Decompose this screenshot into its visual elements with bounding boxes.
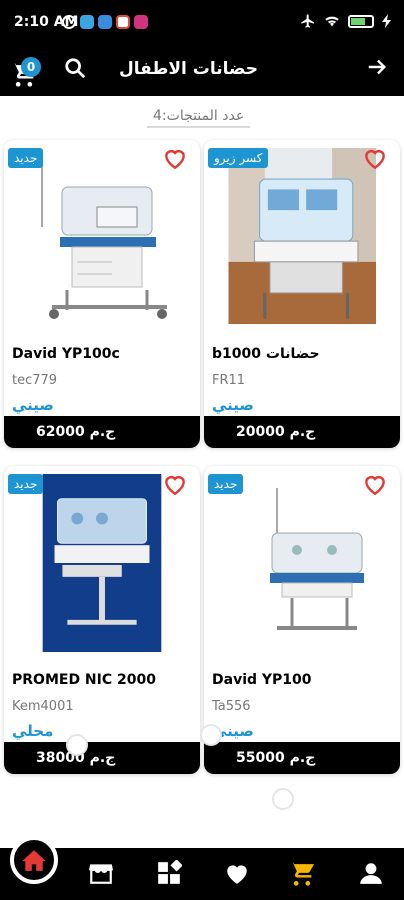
categories-icon[interactable] <box>156 860 182 886</box>
product-image <box>42 474 162 652</box>
search-icon[interactable] <box>64 57 86 79</box>
product-count: عدد المنتجات:4 <box>147 104 251 128</box>
telegram-icon <box>80 15 94 29</box>
profile-icon[interactable] <box>358 860 384 886</box>
page-title: حضانات الاطفال <box>118 59 258 79</box>
product-code: Kem4001 <box>12 699 74 714</box>
app-header: 0 حضانات الاطفال <box>0 46 404 96</box>
store-icon[interactable] <box>88 860 114 886</box>
product-name: b1000 حضانات <box>212 346 320 362</box>
home-icon <box>22 850 46 871</box>
product-price: 62000 ج.م <box>4 416 200 448</box>
cart-count-badge: 0 <box>21 57 41 77</box>
heart-icon[interactable] <box>162 146 188 170</box>
messenger-icon <box>98 15 112 29</box>
gmail-icon <box>116 15 130 29</box>
product-price: 20000 ج.م <box>204 416 400 448</box>
home-button[interactable] <box>10 836 58 884</box>
airplane-icon <box>301 14 314 28</box>
product-image <box>228 148 376 324</box>
battery-icon <box>348 14 374 28</box>
product-card[interactable]: كسر زيرو b1000 حضانات FR11 صيني 20000 ج.… <box>204 140 400 448</box>
product-code: tec779 <box>12 373 58 388</box>
bottom-navigation <box>0 848 404 900</box>
status-right <box>300 13 392 29</box>
product-badge: جديد <box>8 474 44 494</box>
product-code: Ta556 <box>212 699 251 714</box>
product-price: 38000 ج.م <box>4 742 200 774</box>
product-card[interactable]: جديد David YP100 Ta556 صيني 55000 ج.م <box>204 466 400 774</box>
instagram-icon <box>134 15 148 29</box>
product-badge: جديد <box>208 474 244 494</box>
product-badge: كسر زيرو <box>208 148 269 168</box>
alarm-icon <box>62 15 76 29</box>
product-origin: محلي <box>12 722 54 740</box>
arrow-right-icon[interactable] <box>366 56 388 78</box>
product-image <box>32 152 172 322</box>
product-origin: صيني <box>212 396 254 414</box>
wifi-icon <box>325 16 339 27</box>
product-code: FR11 <box>212 373 246 388</box>
heart-icon[interactable] <box>162 472 188 496</box>
heart-icon[interactable] <box>224 860 250 886</box>
product-image <box>232 478 372 648</box>
scroll-indicator <box>66 734 88 756</box>
status-bar: 2:10 AM <box>0 0 404 46</box>
product-badge: جديد <box>8 148 44 168</box>
product-name: David YP100 <box>212 672 312 688</box>
header-cart-button[interactable]: 0 <box>10 55 42 87</box>
heart-icon[interactable] <box>362 472 388 496</box>
scroll-indicator <box>272 788 294 810</box>
product-name: David YP100c <box>12 346 120 362</box>
product-price: 55000 ج.م <box>204 742 400 774</box>
product-card[interactable]: جديد PROMED NIC 2000 Kem4001 محلي 38000 … <box>4 466 200 774</box>
charging-icon <box>382 14 391 28</box>
product-name: PROMED NIC 2000 <box>12 672 156 688</box>
scroll-indicator <box>200 724 222 746</box>
cart-icon[interactable] <box>288 860 316 888</box>
heart-icon[interactable] <box>362 146 388 170</box>
product-origin: صيني <box>12 396 54 414</box>
notification-icons <box>62 15 148 29</box>
product-card[interactable]: جديد David YP100c tec779 صيني 62000 ج.م <box>4 140 200 448</box>
